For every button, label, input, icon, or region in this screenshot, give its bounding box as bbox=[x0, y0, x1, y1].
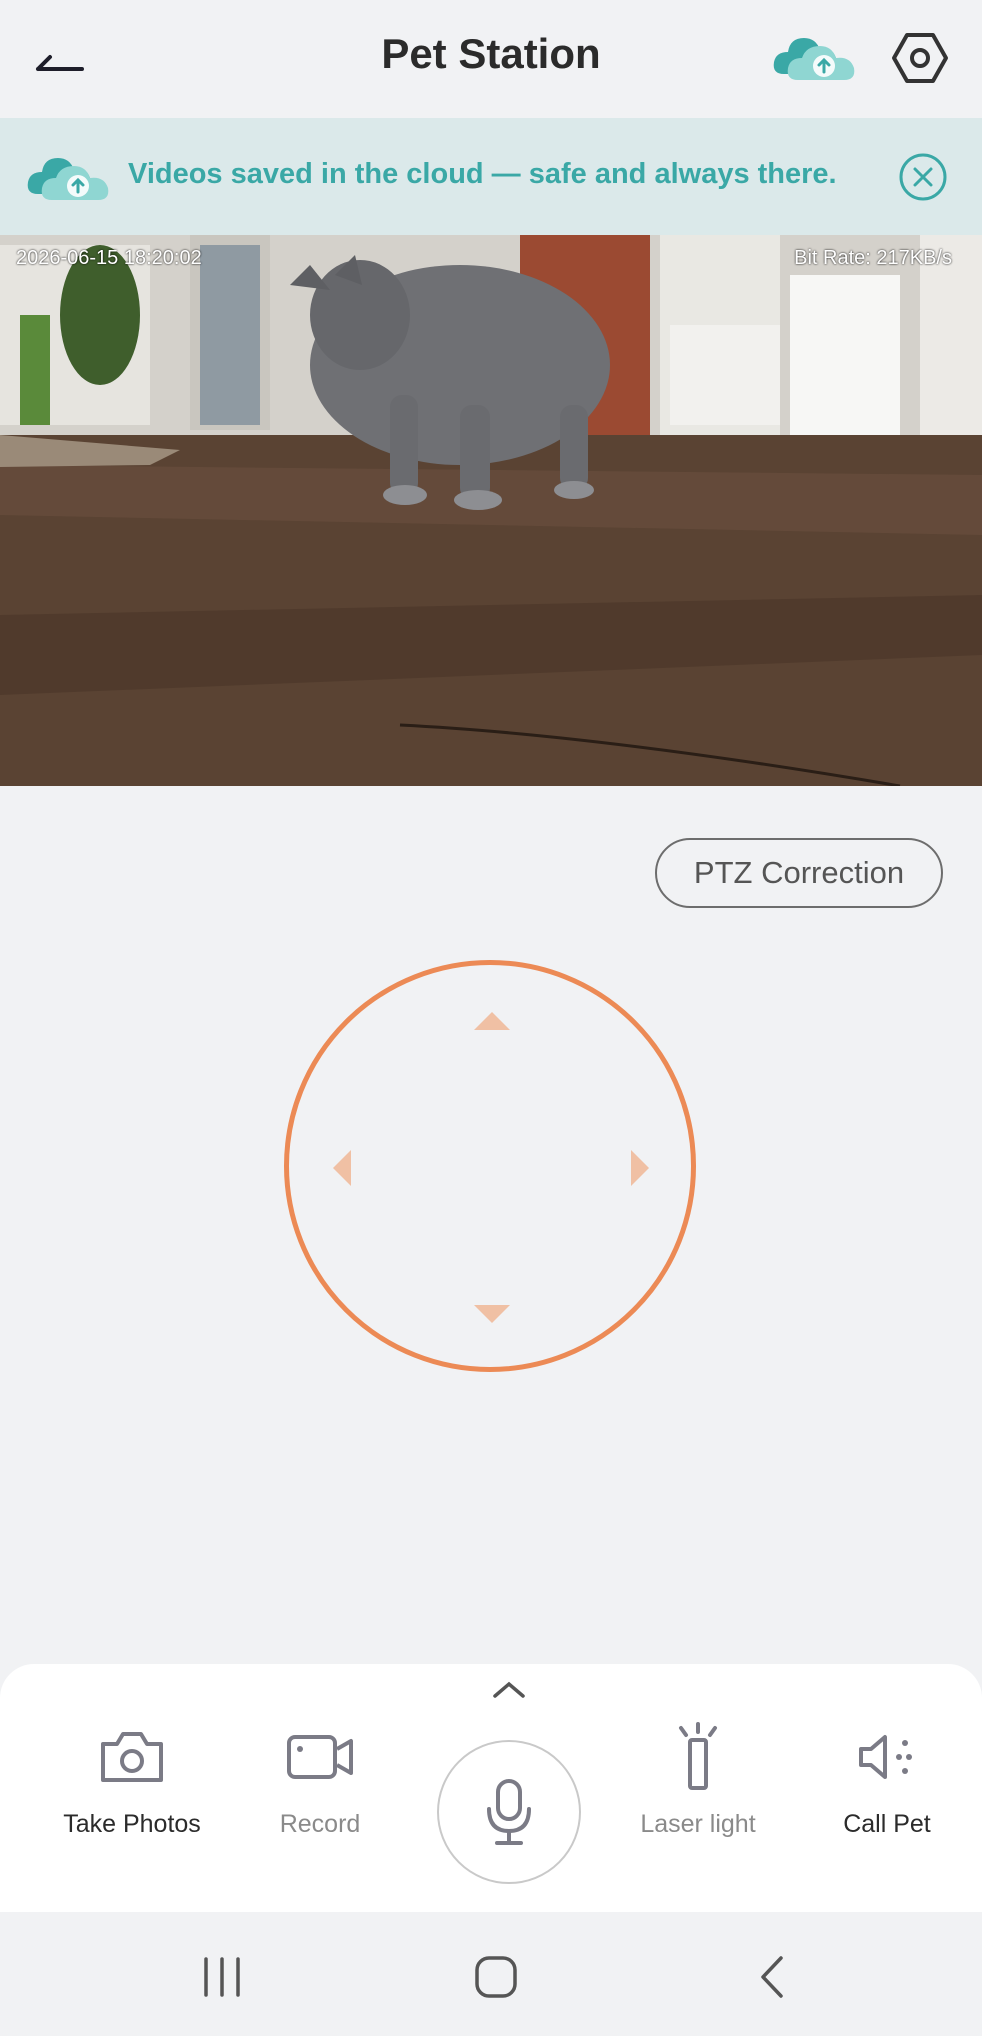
take-photos-label: Take Photos bbox=[63, 1810, 201, 1838]
recent-apps-button[interactable] bbox=[192, 1952, 252, 2002]
chevron-left-icon bbox=[761, 1956, 783, 1998]
banner-cloud bbox=[24, 148, 114, 208]
home-button[interactable] bbox=[466, 1952, 526, 2002]
pan-left-arrow-icon[interactable] bbox=[331, 1148, 353, 1188]
app-header: Pet Station bbox=[0, 0, 982, 118]
recent-apps-icon bbox=[204, 1957, 240, 1997]
video-bitrate: Bit Rate: 217KB/s bbox=[794, 247, 952, 269]
cloud-upload-icon bbox=[773, 38, 855, 80]
call-pet-label: Call Pet bbox=[843, 1810, 931, 1838]
ptz-joystick[interactable] bbox=[284, 960, 696, 1372]
laser-light-button[interactable]: Laser light bbox=[613, 1722, 783, 1844]
video-timestamp: 2026-06-15 18:20:02 bbox=[16, 247, 202, 269]
ptz-correction-button[interactable]: PTZ Correction bbox=[655, 838, 943, 908]
cloud-banner: Videos saved in the cloud — safe and alw… bbox=[0, 118, 982, 235]
laser-light-label: Laser light bbox=[640, 1810, 756, 1838]
live-video-feed[interactable]: 2026-06-15 18:20:02 Bit Rate: 217KB/s bbox=[0, 235, 982, 786]
cloud-storage-button[interactable] bbox=[770, 28, 860, 88]
close-circle-icon bbox=[899, 153, 947, 201]
video-scene bbox=[0, 235, 982, 786]
pan-right-arrow-icon[interactable] bbox=[629, 1148, 651, 1188]
banner-message: Videos saved in the cloud — safe and alw… bbox=[128, 158, 837, 190]
talk-microphone-button[interactable] bbox=[437, 1740, 581, 1884]
settings-hexagon-icon bbox=[892, 33, 948, 83]
video-camera-icon bbox=[287, 1735, 353, 1779]
take-photos-button[interactable]: Take Photos bbox=[47, 1724, 217, 1844]
banner-close-button[interactable] bbox=[898, 152, 948, 202]
home-icon bbox=[475, 1956, 517, 1998]
pan-up-arrow-icon[interactable] bbox=[472, 1010, 512, 1032]
call-pet-button[interactable]: Call Pet bbox=[802, 1724, 972, 1844]
laser-icon bbox=[679, 1722, 717, 1790]
cloud-upload-icon bbox=[27, 158, 109, 200]
speaker-icon bbox=[859, 1735, 912, 1779]
camera-icon bbox=[101, 1732, 163, 1782]
record-label: Record bbox=[279, 1810, 361, 1838]
settings-button[interactable] bbox=[890, 30, 950, 86]
chevron-up-icon[interactable] bbox=[491, 1678, 527, 1700]
record-button[interactable]: Record bbox=[235, 1724, 405, 1844]
system-nav-bar bbox=[0, 1912, 982, 2036]
pan-down-arrow-icon[interactable] bbox=[472, 1303, 512, 1325]
system-back-button[interactable] bbox=[742, 1952, 802, 2002]
microphone-icon bbox=[487, 1779, 531, 1845]
